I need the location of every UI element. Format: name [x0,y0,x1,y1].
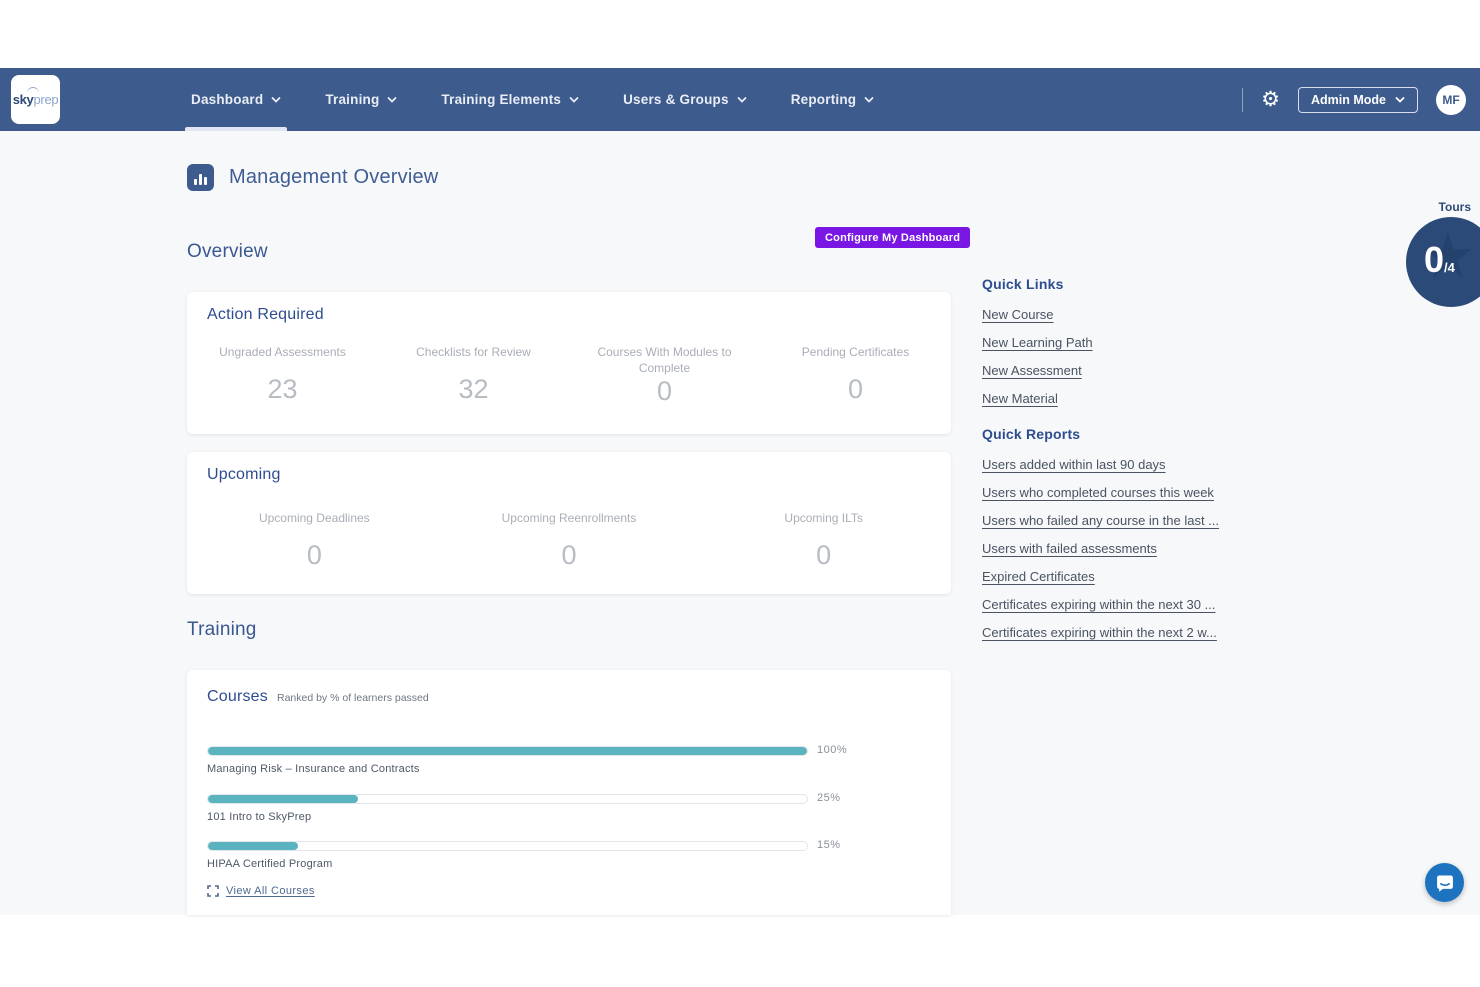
quick-reports-heading: Quick Reports [982,426,1219,442]
stat-pending-certificates: Pending Certificates 0 [760,344,951,407]
nav-item-dashboard[interactable]: Dashboard [191,68,281,131]
tours-total: /4 [1444,260,1455,275]
link-new-learning-path[interactable]: New Learning Path [982,335,1093,350]
page-title: Management Overview [229,166,438,189]
skyprep-dashboard-page: skyprep Dashboard Training Training Elem… [0,0,1480,987]
upcoming-card: Upcoming Upcoming Deadlines 0 Upcoming R… [187,452,951,594]
chevron-down-icon [387,95,397,105]
report-users-completed-this-week[interactable]: Users who completed courses this week [982,485,1219,500]
tours-count: 0 [1424,239,1444,280]
stat-upcoming-reenrollments: Upcoming Reenrollments 0 [442,510,697,571]
link-new-material[interactable]: New Material [982,391,1093,406]
quick-reports-section: Quick Reports Users added within last 90… [982,426,1219,640]
action-required-title: Action Required [207,306,324,324]
nav-item-training-elements[interactable]: Training Elements [441,68,579,131]
course-bar-percent: 15% [817,839,841,851]
page-title-row: Management Overview [187,164,438,191]
overview-section-heading: Overview [187,241,268,263]
main-content-area: Management Overview Tours ★ 0/4 Configur… [0,131,1480,915]
course-bar-track [207,794,808,804]
nav-item-users-groups[interactable]: Users & Groups [623,68,747,131]
logo-swoosh-icon [27,87,39,93]
chevron-down-icon [569,95,579,105]
link-new-assessment[interactable]: New Assessment [982,363,1093,378]
courses-subtitle: Ranked by % of learners passed [277,692,429,704]
stat-upcoming-ilts: Upcoming ILTs 0 [696,510,951,571]
nav-item-training[interactable]: Training [325,68,397,131]
course-bar-label: Managing Risk – Insurance and Contracts [207,763,808,775]
chat-bubble-icon [1435,873,1455,893]
course-bar-row: 25% 101 Intro to SkyPrep [207,794,808,823]
courses-card-header: Courses Ranked by % of learners passed [207,688,429,706]
report-certs-expiring-2w[interactable]: Certificates expiring within the next 2 … [982,625,1219,640]
course-bar-fill [208,842,298,850]
quick-links-section: Quick Links New Course New Learning Path… [982,276,1093,406]
stat-ungraded-assessments: Ungraded Assessments 23 [187,344,378,407]
nav-item-reporting[interactable]: Reporting [791,68,875,131]
course-bar-row: 100% Managing Risk – Insurance and Contr… [207,746,808,775]
configure-dashboard-button[interactable]: Configure My Dashboard [815,227,970,248]
report-users-failed-assessments[interactable]: Users with failed assessments [982,541,1219,556]
expand-icon [207,885,219,897]
admin-mode-dropdown[interactable]: Admin Mode [1298,87,1418,113]
stat-upcoming-deadlines: Upcoming Deadlines 0 [187,510,442,571]
report-expired-certificates[interactable]: Expired Certificates [982,569,1219,584]
report-users-failed-any-course[interactable]: Users who failed any course in the last … [982,513,1219,528]
course-bar-label: 101 Intro to SkyPrep [207,811,808,823]
view-all-courses-link: View All Courses [226,885,315,897]
link-new-course[interactable]: New Course [982,307,1093,322]
tours-progress-badge[interactable]: ★ 0/4 [1406,217,1480,307]
stat-checklists-for-review: Checklists for Review 32 [378,344,569,407]
navbar-right-controls: ⚙ Admin Mode MF [1242,68,1466,131]
user-avatar[interactable]: MF [1436,85,1466,115]
bar-chart-icon [187,164,214,191]
chevron-down-icon [864,95,874,105]
chat-messenger-button[interactable] [1425,863,1464,902]
training-section-heading: Training [187,619,257,641]
chevron-down-icon [1395,95,1405,105]
course-bar-fill [208,747,807,755]
action-required-card: Action Required Ungraded Assessments 23 … [187,292,951,434]
course-bar-track [207,746,808,756]
skyprep-logo[interactable]: skyprep [11,75,60,124]
top-navbar: skyprep Dashboard Training Training Elem… [0,68,1480,131]
skyprep-logo-text: skyprep [13,92,59,107]
settings-gear-icon[interactable]: ⚙ [1261,89,1280,110]
main-nav-menu: Dashboard Training Training Elements Use… [191,68,874,131]
chevron-down-icon [737,95,747,105]
courses-card: Courses Ranked by % of learners passed 1… [187,670,951,915]
course-bar-label: HIPAA Certified Program [207,858,808,870]
view-all-courses[interactable]: View All Courses [207,885,315,897]
courses-title: Courses [207,688,268,706]
stat-courses-with-modules: Courses With Modules to Complete 0 [569,344,760,407]
report-certs-expiring-30[interactable]: Certificates expiring within the next 30… [982,597,1219,612]
upcoming-title: Upcoming [207,466,281,484]
quick-links-heading: Quick Links [982,276,1093,292]
course-bar-percent: 100% [817,744,847,756]
course-bar-percent: 25% [817,792,841,804]
course-bar-row: 15% HIPAA Certified Program [207,841,808,870]
course-bar-track [207,841,808,851]
course-bar-fill [208,795,358,803]
report-users-added-90-days[interactable]: Users added within last 90 days [982,457,1219,472]
navbar-divider [1242,88,1243,112]
chevron-down-icon [271,95,281,105]
tours-label: Tours [1439,200,1471,214]
